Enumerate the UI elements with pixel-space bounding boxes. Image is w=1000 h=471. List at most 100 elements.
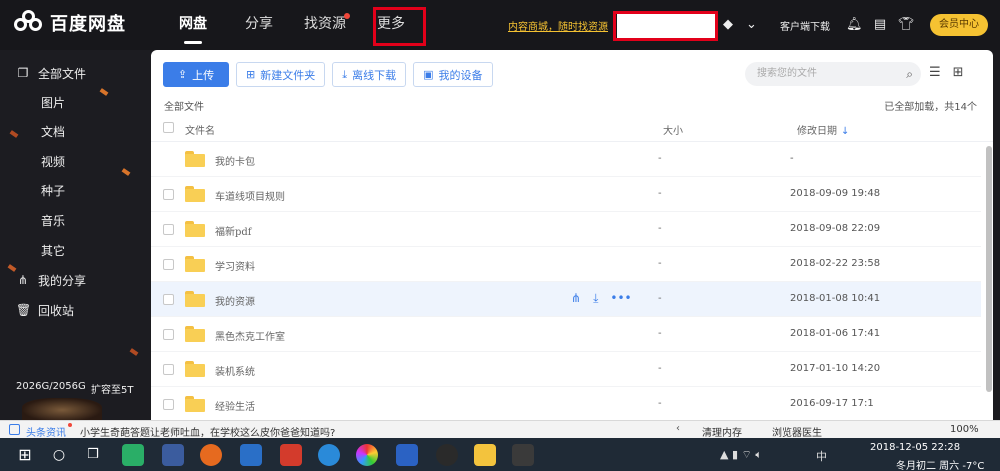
table-row[interactable]: 福新pdf - 2018-09-08 22:09 bbox=[151, 212, 981, 247]
table-header: 文件名 大小 修改日期 ↓ bbox=[151, 114, 993, 142]
sidebar-item-videos[interactable]: 视频 bbox=[0, 147, 150, 175]
file-name[interactable]: 车道线项目规则 bbox=[215, 188, 285, 203]
file-name[interactable]: 福新pdf bbox=[215, 223, 252, 238]
row-checkbox[interactable] bbox=[163, 399, 174, 410]
trash-icon: 🗑︎ bbox=[16, 303, 32, 317]
promo-link[interactable]: 内容商城，随时找资源 bbox=[508, 18, 608, 33]
sidebar-item-recycle-bin[interactable]: 🗑︎ 回收站 bbox=[0, 296, 150, 324]
row-checkbox[interactable] bbox=[163, 224, 174, 235]
table-row[interactable]: 黑色杰克工作室 - 2018-01-06 17:41 bbox=[151, 317, 981, 352]
new-folder-button[interactable]: ⊞ 新建文件夹 bbox=[236, 62, 326, 87]
table-row[interactable]: 我的卡包 - - bbox=[151, 142, 981, 177]
app-logo[interactable]: 百度网盘 bbox=[14, 10, 126, 36]
nav-find-resources[interactable]: 找资源 bbox=[292, 0, 358, 50]
search-icon[interactable]: ⌕ bbox=[906, 62, 913, 86]
file-name[interactable]: 我的资源 bbox=[215, 293, 255, 308]
top-bar: 百度网盘 网盘 分享 找资源 更多 内容商城，随时找资源 ◆ ⌄ 客户端下载 🔔… bbox=[0, 0, 1000, 50]
loaded-status: 已全部加载，共14个 bbox=[884, 102, 977, 113]
sidebar-item-all-files[interactable]: ❐ 全部文件 bbox=[0, 59, 150, 87]
file-name[interactable]: 学习资料 bbox=[215, 258, 255, 273]
scrollbar-thumb[interactable] bbox=[986, 146, 992, 392]
sort-icon[interactable]: ☰ bbox=[929, 65, 941, 80]
windows-start-icon[interactable]: ⊞ bbox=[14, 444, 36, 466]
dictionary-app-icon[interactable] bbox=[396, 444, 418, 466]
row-checkbox[interactable] bbox=[163, 259, 174, 270]
my-devices-button[interactable]: ▣ 我的设备 bbox=[413, 62, 493, 87]
clock-time[interactable]: 2018-12-05 22:28 bbox=[870, 442, 960, 453]
color-app-icon[interactable] bbox=[356, 444, 378, 466]
client-download-link[interactable]: 客户端下载 bbox=[780, 18, 830, 33]
nav-netdisk[interactable]: 网盘 bbox=[160, 0, 226, 50]
sidebar-item-others[interactable]: 其它 bbox=[0, 236, 150, 264]
column-name[interactable]: 文件名 bbox=[185, 122, 215, 137]
table-row[interactable]: 经验生活 - 2016-09-17 17:1 bbox=[151, 387, 981, 420]
file-name[interactable]: 经验生活 bbox=[215, 398, 255, 413]
ie-browser-icon[interactable] bbox=[318, 444, 340, 466]
wechat-icon[interactable] bbox=[122, 444, 144, 466]
file-name[interactable]: 黑色杰克工作室 bbox=[215, 328, 285, 343]
sidebar-item-my-shares[interactable]: ⋔ 我的分享 bbox=[0, 266, 150, 294]
diamond-icon[interactable]: ◆ bbox=[720, 17, 736, 33]
search-input[interactable]: 搜索您的文件 ⌕ bbox=[745, 62, 921, 86]
table-row[interactable]: 车道线项目规则 - 2018-09-09 19:48 bbox=[151, 177, 981, 212]
file-name[interactable]: 我的卡包 bbox=[215, 153, 255, 168]
row-checkbox[interactable] bbox=[163, 329, 174, 340]
more-icon[interactable]: ••• bbox=[610, 291, 631, 306]
news-headline[interactable]: 小学生奇葩答题让老师吐血，在学校这么皮你爸爸知道吗? bbox=[80, 424, 335, 439]
file-date: 2018-01-06 17:41 bbox=[790, 328, 881, 339]
chevron-down-icon[interactable]: ⌄ bbox=[746, 17, 757, 33]
bell-icon[interactable]: 🔔︎ bbox=[846, 17, 863, 33]
firefox-icon[interactable] bbox=[200, 444, 222, 466]
select-all-checkbox[interactable] bbox=[163, 122, 174, 133]
browser-doctor-button[interactable]: 浏览器医生 bbox=[772, 424, 822, 439]
folder-icon bbox=[185, 221, 205, 237]
table-row[interactable]: 学习资料 - 2018-02-22 23:58 bbox=[151, 247, 981, 282]
row-checkbox[interactable] bbox=[163, 189, 174, 200]
file-size: - bbox=[658, 398, 662, 409]
grid-view-icon[interactable]: ⊞ bbox=[953, 65, 964, 80]
column-size[interactable]: 大小 bbox=[663, 122, 683, 137]
tshirt-icon[interactable]: 👕︎ bbox=[898, 17, 915, 33]
file-size: - bbox=[658, 363, 662, 374]
column-date[interactable]: 修改日期 ↓ bbox=[797, 122, 849, 137]
row-checkbox[interactable] bbox=[163, 294, 174, 305]
table-row[interactable]: 我的资源 ⋔ ⤓ ••• - 2018-01-08 10:41 bbox=[151, 282, 981, 317]
sidebar-item-music[interactable]: 音乐 bbox=[0, 206, 150, 234]
mail-app-icon[interactable] bbox=[162, 444, 184, 466]
clean-memory-button[interactable]: 清理内存 bbox=[702, 424, 742, 439]
breadcrumb[interactable]: 全部文件 bbox=[164, 98, 204, 113]
sidebar-item-torrents[interactable]: 种子 bbox=[0, 176, 150, 204]
zoom-level[interactable]: 100% bbox=[950, 424, 979, 435]
clipboard-icon[interactable]: ▤ bbox=[872, 17, 888, 33]
qq-icon[interactable] bbox=[436, 444, 458, 466]
offline-download-button[interactable]: ⤓ 离线下载 bbox=[332, 62, 407, 87]
folder-icon bbox=[185, 256, 205, 272]
all-files-icon: ❐ bbox=[17, 66, 29, 80]
table-row[interactable]: 装机系统 - 2017-01-10 14:20 bbox=[151, 352, 981, 387]
nav-share[interactable]: 分享 bbox=[226, 0, 292, 50]
folder-icon bbox=[185, 326, 205, 342]
row-checkbox[interactable] bbox=[163, 364, 174, 375]
search-icon[interactable]: ○ bbox=[48, 444, 70, 466]
news-label[interactable]: 头条资讯 bbox=[26, 424, 66, 439]
vip-center-button[interactable]: 会员中心 bbox=[930, 14, 988, 36]
download-icon[interactable]: ⤓ bbox=[593, 291, 598, 306]
device-icon: ▣ bbox=[423, 68, 434, 81]
clock-date[interactable]: 冬月初二 周六 -7°C bbox=[896, 457, 984, 471]
share-icon[interactable]: ⋔ bbox=[571, 291, 581, 306]
expand-storage-link[interactable]: 扩容至5T bbox=[91, 381, 133, 396]
sidebar-item-images[interactable]: 图片 bbox=[0, 88, 150, 116]
file-name[interactable]: 装机系统 bbox=[215, 363, 255, 378]
task-view-icon[interactable]: ❒ bbox=[82, 444, 104, 466]
file-explorer-icon[interactable] bbox=[474, 444, 496, 466]
folder-icon bbox=[185, 361, 205, 377]
upload-button[interactable]: ⇪ 上传 bbox=[163, 62, 229, 87]
tray-icons[interactable]: ▲ ▮ ⌔ 🔈︎ bbox=[720, 448, 762, 462]
chevron-left-icon[interactable]: ‹ bbox=[676, 423, 680, 434]
app-red-icon[interactable] bbox=[280, 444, 302, 466]
fox-app-icon[interactable] bbox=[512, 444, 534, 466]
sidebar-item-label: 视频 bbox=[41, 154, 66, 169]
sidebar-item-docs[interactable]: 文档 bbox=[0, 117, 150, 145]
outlook-icon[interactable] bbox=[240, 444, 262, 466]
input-language[interactable]: 中 bbox=[816, 448, 827, 464]
